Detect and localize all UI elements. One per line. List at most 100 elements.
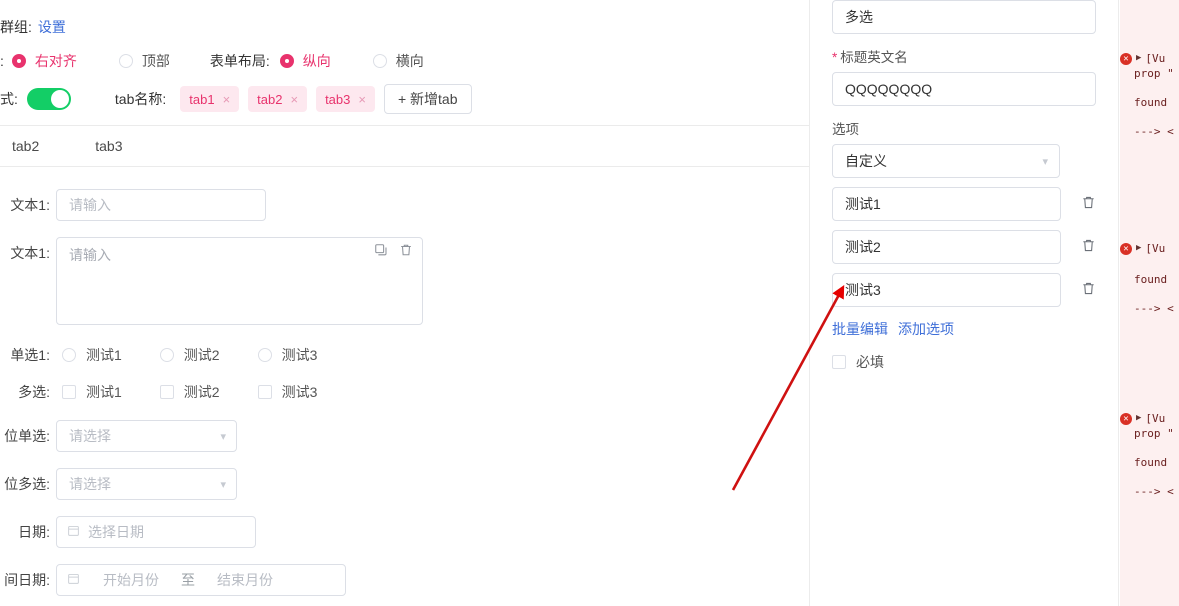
checkbox-option-1[interactable]: 测试1 — [62, 382, 122, 402]
unit-single-select[interactable]: 请选择 ▾ — [56, 420, 237, 452]
textarea-placeholder: 请输入 — [69, 247, 111, 263]
select-placeholder: 请选择 — [69, 476, 111, 492]
console-error-text: [Vu — [1145, 52, 1166, 65]
alignment-and-layout-row: : 右对齐 顶部 表单布局: 纵向 横向 — [0, 46, 809, 76]
console-error-1[interactable]: ✕ ▶ [Vu prop " found ---> < — [1120, 52, 1179, 138]
tab-chip-tab3[interactable]: tab3 × — [316, 86, 375, 112]
tab-name-label: tab名称: — [114, 91, 167, 107]
date-placeholder: 选择日期 — [88, 524, 144, 540]
field-row-checkbox: 多选: 测试1 测试2 测试3 — [0, 376, 809, 408]
date-picker[interactable]: 选择日期 — [56, 516, 256, 548]
radio-layout-horizontal[interactable]: 横向 — [372, 51, 424, 71]
option-item-row-3: 测试3 — [832, 273, 1096, 307]
range-end-placeholder: 结束月份 — [217, 572, 273, 588]
trash-icon[interactable] — [399, 243, 413, 260]
unit-multi-select[interactable]: 请选择 ▾ — [56, 468, 237, 500]
radio-dot-icon — [118, 54, 133, 68]
field-label: 位单选: — [4, 428, 50, 444]
group-label: 群组: — [0, 19, 32, 35]
field-label: 多选: — [18, 384, 50, 400]
tab-chip-tab2[interactable]: tab2 × — [248, 86, 308, 112]
canvas-tab-tab3[interactable]: tab3 — [95, 138, 122, 154]
error-badge-icon: ✕ — [1120, 413, 1132, 425]
textarea-input-1[interactable]: 请输入 — [56, 237, 423, 325]
option-label: 测试3 — [281, 347, 318, 363]
option-item-row-1: 测试1 — [832, 187, 1096, 221]
options-source-select[interactable]: 自定义 ▾ — [832, 144, 1060, 178]
checkbox-option-3[interactable]: 测试3 — [257, 382, 318, 402]
textarea-actions — [374, 243, 413, 260]
component-title-input[interactable]: 多选 — [832, 0, 1096, 34]
option-label: 测试1 — [86, 384, 122, 400]
trash-icon[interactable] — [1070, 195, 1096, 214]
expand-triangle-icon[interactable]: ▶ — [1136, 53, 1141, 63]
options-source-value: 自定义 — [845, 153, 887, 169]
field-row-unit-single-select: 位单选: 请选择 ▾ — [0, 420, 809, 452]
text-input-1[interactable]: 请输入 — [56, 189, 266, 221]
tab-chip-tab1[interactable]: tab1 × — [180, 86, 240, 112]
field-row-text1: 文本1: 请输入 — [0, 189, 809, 221]
expand-triangle-icon[interactable]: ▶ — [1136, 413, 1141, 423]
field-label: 位多选: — [4, 476, 50, 492]
radio-circle-icon — [159, 348, 174, 362]
required-label: 必填 — [856, 354, 884, 370]
batch-edit-link[interactable]: 批量编辑 — [832, 321, 888, 337]
tab-chip-label: tab1 — [189, 91, 215, 107]
radio-align-top[interactable]: 顶部 — [118, 51, 170, 71]
calendar-icon — [67, 572, 80, 588]
add-option-link[interactable]: 添加选项 — [898, 321, 954, 337]
add-tab-button[interactable]: + 新增tab — [383, 84, 472, 114]
radio-layout-vertical[interactable]: 纵向 — [279, 51, 331, 71]
trash-icon[interactable] — [1070, 281, 1096, 300]
radio-align-right[interactable]: 右对齐 — [11, 51, 77, 71]
tab-chip-label: tab3 — [325, 91, 351, 107]
property-panel: 多选 * 标题英文名 QQQQQQQQ 选项 自定义 ▾ 测试1 测试2 测试3… — [809, 0, 1119, 606]
checkbox-square-icon — [832, 355, 846, 369]
option-value-input-3[interactable]: 测试3 — [832, 273, 1061, 307]
screen-root: 群组: 设置 : 右对齐 顶部 表单布局: 纵向 横向 式: tab名称: ta… — [0, 0, 1179, 606]
checkbox-square-icon — [62, 385, 76, 399]
radio-dot-icon — [11, 54, 26, 68]
console-error-line: ---> < — [1134, 485, 1174, 498]
checkbox-square-icon — [257, 385, 272, 399]
radio-option-2[interactable]: 测试2 — [159, 345, 220, 365]
option-label: 测试3 — [281, 384, 318, 400]
chevron-down-icon: ▾ — [220, 478, 226, 491]
field-row-textarea1: 文本1: 请输入 — [0, 237, 809, 325]
month-range-picker[interactable]: 开始月份 至 结束月份 — [56, 564, 346, 596]
checkbox-option-2[interactable]: 测试2 — [159, 382, 220, 402]
close-icon[interactable]: × — [290, 92, 298, 107]
console-error-line: ---> < — [1134, 302, 1174, 315]
required-checkbox-row[interactable]: 必填 — [832, 352, 1096, 372]
canvas-tab-tab2[interactable]: tab2 — [12, 138, 39, 154]
option-value-input-1[interactable]: 测试1 — [832, 187, 1061, 221]
console-error-3[interactable]: ✕ ▶ [Vu prop " found ---> < — [1120, 412, 1179, 498]
option-label: 测试1 — [86, 347, 122, 363]
console-error-2[interactable]: ✕ ▶ [Vu found ---> < — [1120, 242, 1179, 315]
console-error-text: [Vu — [1145, 412, 1166, 425]
group-setting-link[interactable]: 设置 — [38, 17, 66, 37]
en-name-label: * 标题英文名 — [832, 46, 1096, 66]
canvas-tabs-strip: tab2 tab3 — [0, 125, 809, 167]
console-error-head: ✕ ▶ [Vu — [1120, 52, 1179, 65]
console-error-head: ✕ ▶ [Vu — [1120, 412, 1179, 425]
field-label: 文本1: — [10, 245, 50, 261]
range-inner: 开始月份 至 结束月份 — [88, 570, 288, 590]
console-error-line: found — [1134, 456, 1168, 469]
alignment-label: : — [0, 53, 4, 69]
trash-icon[interactable] — [1070, 238, 1096, 257]
close-icon[interactable]: × — [223, 92, 231, 107]
expand-triangle-icon[interactable]: ▶ — [1136, 243, 1141, 253]
radio-align-right-label: 右对齐 — [34, 53, 77, 69]
en-name-input[interactable]: QQQQQQQQ — [832, 72, 1096, 106]
radio-option-1[interactable]: 测试1 — [62, 345, 122, 365]
tab-mode-toggle[interactable] — [26, 88, 71, 110]
option-value-input-2[interactable]: 测试2 — [832, 230, 1061, 264]
close-icon[interactable]: × — [358, 92, 366, 107]
console-error-text: [Vu — [1145, 242, 1166, 255]
radio-option-3[interactable]: 测试3 — [257, 345, 318, 365]
field-label: 单选1: — [10, 347, 50, 363]
copy-icon[interactable] — [374, 243, 388, 260]
range-separator: 至 — [181, 572, 195, 588]
field-row-month-range: 间日期: 开始月份 至 结束月份 — [0, 564, 809, 596]
